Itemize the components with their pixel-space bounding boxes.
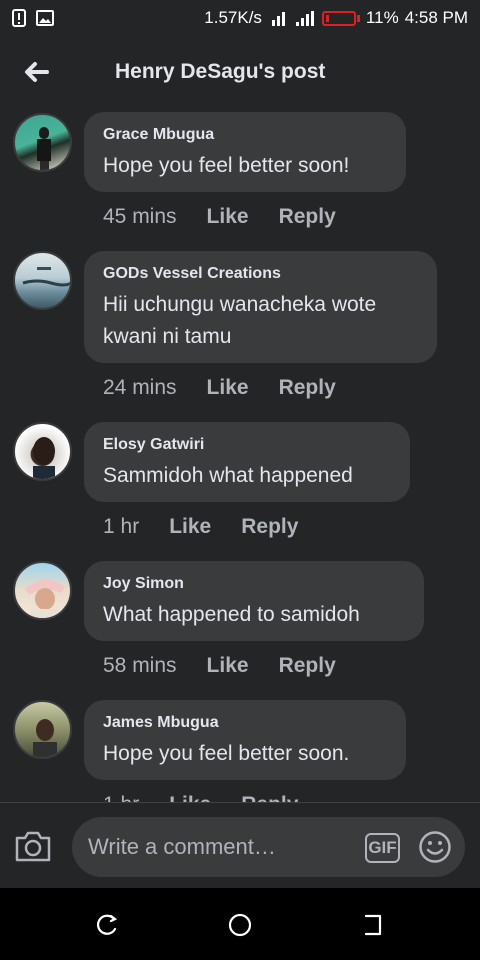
comment-text: Hope you feel better soon! — [103, 154, 350, 177]
page-title: Henry DeSagu's post — [115, 60, 326, 83]
camera-button[interactable] — [14, 829, 54, 865]
like-button[interactable]: Like — [207, 654, 249, 678]
reply-button[interactable]: Reply — [241, 793, 298, 802]
comment-time[interactable]: 1 hr — [103, 793, 139, 802]
like-button[interactable]: Like — [169, 793, 211, 802]
like-button[interactable]: Like — [169, 515, 211, 539]
comment-author[interactable]: Elosy Gatwiri — [103, 436, 390, 454]
system-nav-bar — [0, 888, 480, 960]
reply-button[interactable]: Reply — [279, 376, 336, 400]
comment-bubble[interactable]: James Mbugua Hope you feel better soon. — [84, 700, 406, 780]
comment-bubble[interactable]: Elosy Gatwiri Sammidoh what happened — [84, 422, 410, 502]
comment-input[interactable] — [88, 817, 358, 877]
signal-icon — [271, 11, 314, 26]
back-button[interactable] — [0, 36, 72, 108]
back-nav-icon — [364, 914, 382, 936]
reply-button[interactable]: Reply — [241, 515, 298, 539]
image-icon — [36, 10, 54, 26]
comment-author[interactable]: James Mbugua — [103, 714, 386, 732]
comment-bubble[interactable]: GODs Vessel Creations Hii uchungu wanach… — [84, 251, 437, 363]
comment-text: Sammidoh what happened — [103, 464, 353, 487]
comment-actions: 1 hr Like Reply — [103, 793, 298, 802]
comment-box: GIF — [72, 817, 465, 877]
comment-author[interactable]: GODs Vessel Creations — [103, 265, 417, 283]
comment-bubble[interactable]: Grace Mbugua Hope you feel better soon! — [84, 112, 406, 192]
avatar[interactable] — [13, 422, 72, 481]
avatar[interactable] — [13, 251, 72, 310]
gif-button[interactable]: GIF — [365, 833, 400, 863]
arrow-left-icon — [25, 62, 49, 82]
recent-apps-button[interactable] — [94, 912, 120, 938]
home-icon — [228, 913, 252, 937]
comment-text: Hii uchungu wanacheka wote kwani ni tamu — [103, 293, 377, 348]
back-nav-button[interactable] — [360, 912, 386, 938]
emoji-icon — [419, 831, 451, 863]
status-bar: 1.57K/s 11% 4:58 PM — [0, 0, 480, 36]
comment-composer: GIF — [0, 802, 480, 888]
battery-icon — [321, 10, 356, 26]
comment-time[interactable]: 58 mins — [103, 654, 177, 678]
home-button[interactable] — [227, 912, 253, 938]
avatar[interactable] — [13, 561, 72, 620]
avatar[interactable] — [13, 113, 72, 172]
like-button[interactable]: Like — [207, 376, 249, 400]
comment-list[interactable]: Grace Mbugua Hope you feel better soon! … — [0, 108, 480, 802]
alert-icon — [12, 9, 26, 27]
comment-time[interactable]: 1 hr — [103, 515, 139, 539]
avatar[interactable] — [13, 700, 72, 759]
comment-time[interactable]: 45 mins — [103, 205, 177, 229]
network-speed: 1.57K/s — [204, 8, 262, 27]
comment-author[interactable]: Joy Simon — [103, 575, 404, 593]
header: Henry DeSagu's post — [0, 36, 480, 108]
comment-text: What happened to samidoh — [103, 603, 360, 626]
camera-icon — [15, 831, 51, 862]
comment-time[interactable]: 24 mins — [103, 376, 177, 400]
comment-text: Hope you feel better soon. — [103, 742, 350, 765]
like-button[interactable]: Like — [207, 205, 249, 229]
comment-actions: 45 mins Like Reply — [103, 205, 336, 229]
comment-author[interactable]: Grace Mbugua — [103, 126, 386, 144]
comment-actions: 1 hr Like Reply — [103, 515, 298, 539]
comment-actions: 58 mins Like Reply — [103, 654, 336, 678]
emoji-button[interactable] — [418, 830, 452, 864]
clock: 4:58 PM — [404, 8, 468, 27]
battery-percent: 11% — [365, 8, 399, 27]
recent-apps-icon — [96, 914, 118, 935]
comment-bubble[interactable]: Joy Simon What happened to samidoh — [84, 561, 424, 641]
comment-actions: 24 mins Like Reply — [103, 376, 336, 400]
reply-button[interactable]: Reply — [279, 205, 336, 229]
reply-button[interactable]: Reply — [279, 654, 336, 678]
